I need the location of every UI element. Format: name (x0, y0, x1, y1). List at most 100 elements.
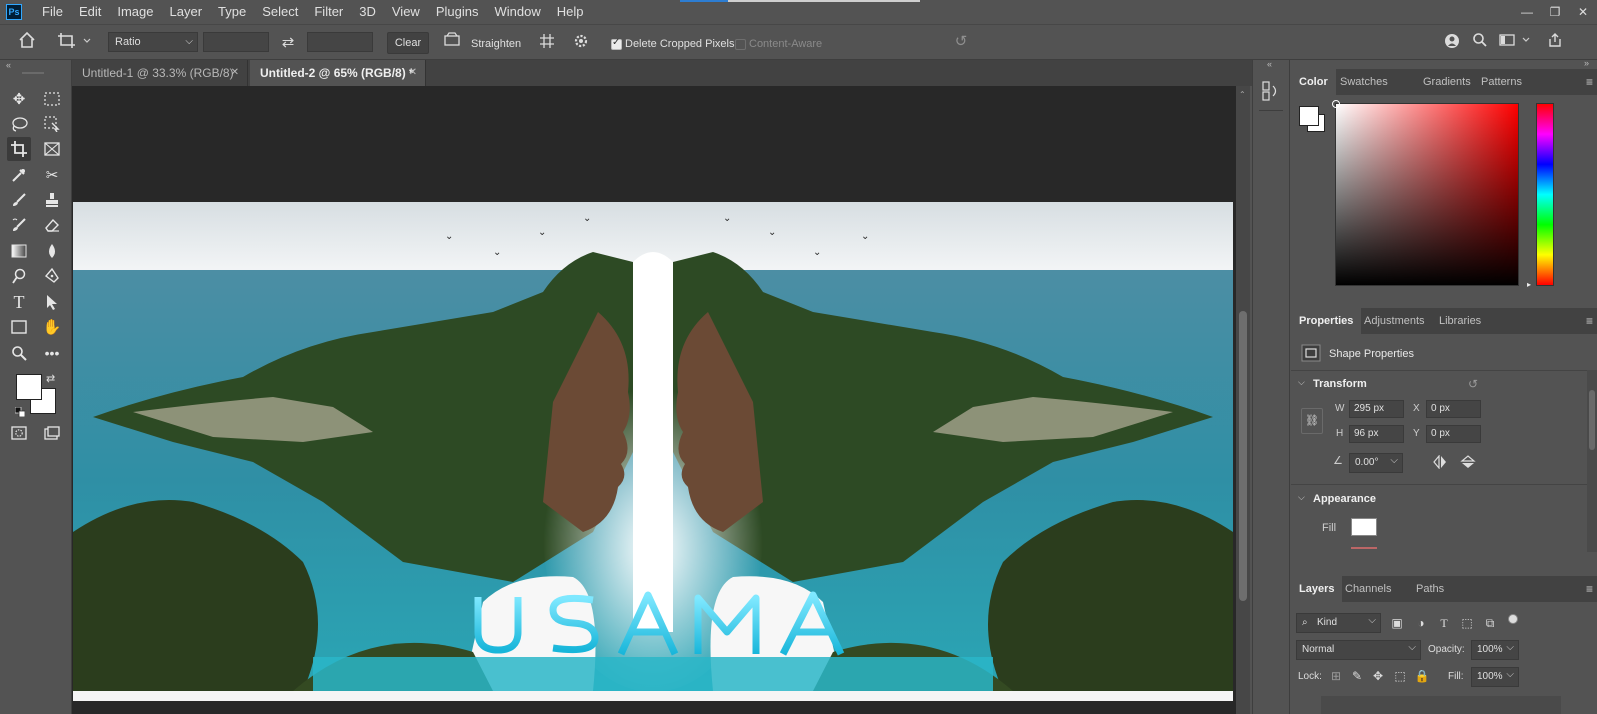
content-aware-checkbox[interactable] (735, 39, 746, 50)
ratio-width-input[interactable] (203, 32, 269, 52)
tab-patterns[interactable]: Patterns (1473, 69, 1530, 95)
ratio-height-input[interactable] (307, 32, 373, 52)
panel-menu-icon[interactable]: ≡ (1586, 69, 1593, 95)
zoom-tool-icon[interactable] (7, 341, 31, 365)
scrollbar-thumb[interactable] (1589, 390, 1595, 450)
clear-button[interactable]: Clear (387, 32, 429, 54)
restore-button[interactable]: ❐ (1541, 0, 1569, 24)
foreground-color-swatch-top[interactable] (16, 374, 42, 400)
tab-swatches[interactable]: Swatches (1332, 69, 1396, 95)
canvas-area[interactable]: ⌄ ⌄ ⌄ ⌄ ⌄ ⌄ ⌄ ⌄ (72, 86, 1236, 714)
panel-menu-icon[interactable]: ≡ (1586, 576, 1593, 602)
color-fg-swatch-top[interactable] (1299, 106, 1319, 126)
default-colors-icon[interactable] (14, 406, 26, 418)
filter-toggle-icon[interactable] (1508, 614, 1518, 624)
clone-stamp-tool-icon[interactable] (40, 188, 64, 212)
reset-transform-icon[interactable]: ↺ (1465, 376, 1481, 392)
height-field[interactable]: 96 px (1349, 425, 1404, 443)
straighten-icon[interactable] (441, 32, 463, 54)
menu-help[interactable]: Help (549, 0, 592, 24)
frame-tool-icon[interactable] (40, 137, 64, 161)
properties-scrollbar[interactable] (1587, 370, 1597, 552)
tab-properties[interactable]: Properties (1291, 308, 1362, 334)
filter-adjustment-layer-icon[interactable]: ◑ (1413, 615, 1429, 631)
swap-icon[interactable]: ⇄ (278, 33, 298, 53)
link-dimensions-icon[interactable]: ⛓ (1301, 408, 1323, 434)
close-button[interactable]: ✕ (1569, 0, 1597, 24)
menu-file[interactable]: File (34, 0, 71, 24)
menu-image[interactable]: Image (109, 0, 161, 24)
lock-transparent-pixels-icon[interactable]: ⊞ (1328, 668, 1344, 684)
straighten-label[interactable]: Straighten (471, 36, 521, 52)
more-tools-icon[interactable]: ••• (40, 341, 64, 365)
close-tab-icon[interactable]: ✕ (231, 60, 239, 86)
share-export-icon[interactable] (1545, 32, 1565, 54)
reset-icon[interactable]: ↺ (950, 32, 972, 52)
tab-gradients[interactable]: Gradients (1415, 69, 1479, 95)
hue-slider-handle[interactable]: ▸ (1527, 280, 1531, 289)
tools-grip[interactable] (22, 72, 44, 74)
history-brush-tool-icon[interactable] (7, 213, 31, 237)
content-aware-label[interactable]: Content-Aware (749, 36, 822, 52)
lock-all-icon[interactable]: 🔒 (1414, 668, 1430, 684)
filter-smart-object-icon[interactable]: ⧉ (1482, 615, 1498, 631)
flip-horizontal-icon[interactable] (1432, 454, 1448, 471)
crop-settings-gear-icon[interactable] (570, 33, 592, 55)
blend-mode-select[interactable]: Normal (1296, 639, 1421, 660)
color-picker-handle[interactable] (1332, 100, 1340, 108)
path-selection-tool-icon[interactable] (40, 290, 64, 314)
gradient-tool-icon[interactable] (7, 239, 31, 263)
hue-slider[interactable] (1536, 103, 1554, 286)
menu-filter[interactable]: Filter (306, 0, 351, 24)
move-tool-icon[interactable]: ✥ (7, 87, 31, 111)
search-icon[interactable] (1470, 32, 1490, 54)
workspace-switcher-icon[interactable] (1498, 32, 1534, 54)
object-selection-tool-icon[interactable] (40, 112, 64, 136)
spot-healing-tool-icon[interactable]: ✂ (40, 163, 64, 187)
x-field[interactable]: 0 px (1426, 400, 1481, 418)
tab-layers[interactable]: Layers (1291, 576, 1343, 602)
lock-position-icon[interactable]: ✥ (1370, 668, 1386, 684)
rectangle-tool-icon[interactable] (7, 315, 31, 339)
layers-list[interactable] (1321, 696, 1561, 714)
filter-type-layer-icon[interactable]: T (1436, 615, 1452, 631)
home-icon[interactable] (16, 31, 38, 55)
lasso-tool-icon[interactable] (7, 112, 31, 136)
width-field[interactable]: 295 px (1349, 400, 1404, 418)
lock-artboard-icon[interactable]: ⬚ (1392, 668, 1408, 684)
artwork-image[interactable]: ⌄ ⌄ ⌄ ⌄ ⌄ ⌄ ⌄ ⌄ (73, 202, 1233, 691)
overlay-grid-icon[interactable] (536, 33, 558, 55)
share-account-icon[interactable] (1442, 32, 1462, 56)
history-panel-icon[interactable] (1262, 80, 1280, 102)
color-field[interactable] (1332, 100, 1519, 286)
appearance-collapse-icon[interactable]: ⌵ (1298, 492, 1305, 503)
doc-tab-untitled-2[interactable]: Untitled-2 @ 65% (RGB/8) * ✕ (250, 60, 426, 86)
tab-channels[interactable]: Channels (1337, 576, 1399, 602)
scrollbar-thumb[interactable] (1239, 311, 1247, 601)
lock-image-pixels-icon[interactable]: ✎ (1349, 668, 1365, 684)
type-tool-icon[interactable]: T (7, 290, 31, 314)
eraser-tool-icon[interactable] (40, 213, 64, 237)
menu-window[interactable]: Window (486, 0, 548, 24)
appearance-heading[interactable]: Appearance (1313, 493, 1376, 505)
close-tab-icon[interactable]: ✕ (409, 60, 417, 86)
brush-tool-icon[interactable] (7, 188, 31, 212)
angle-select[interactable]: 0.00° (1349, 452, 1403, 473)
eyedropper-tool-icon[interactable] (7, 163, 31, 187)
flip-vertical-icon[interactable] (1460, 455, 1476, 471)
menu-3d[interactable]: 3D (351, 0, 384, 24)
layer-filter-kind-select[interactable]: ⌕ Kind (1296, 612, 1381, 633)
y-field[interactable]: 0 px (1426, 425, 1481, 443)
screen-mode-icon[interactable] (40, 421, 64, 445)
scroll-up-icon[interactable]: ⌃ (1239, 90, 1246, 99)
marquee-tool-icon[interactable] (40, 87, 64, 111)
expand-panels-icon[interactable]: « (1267, 59, 1272, 69)
transform-heading[interactable]: Transform (1313, 378, 1367, 390)
menu-select[interactable]: Select (254, 0, 306, 24)
ratio-select[interactable]: Ratio ⌵ (108, 32, 198, 52)
delete-cropped-label[interactable]: Delete Cropped Pixels (625, 36, 734, 52)
fill-opacity-select[interactable]: 100% (1471, 666, 1519, 687)
panel-menu-icon[interactable]: ≡ (1586, 308, 1593, 334)
menu-layer[interactable]: Layer (162, 0, 211, 24)
minimize-button[interactable]: — (1513, 0, 1541, 24)
